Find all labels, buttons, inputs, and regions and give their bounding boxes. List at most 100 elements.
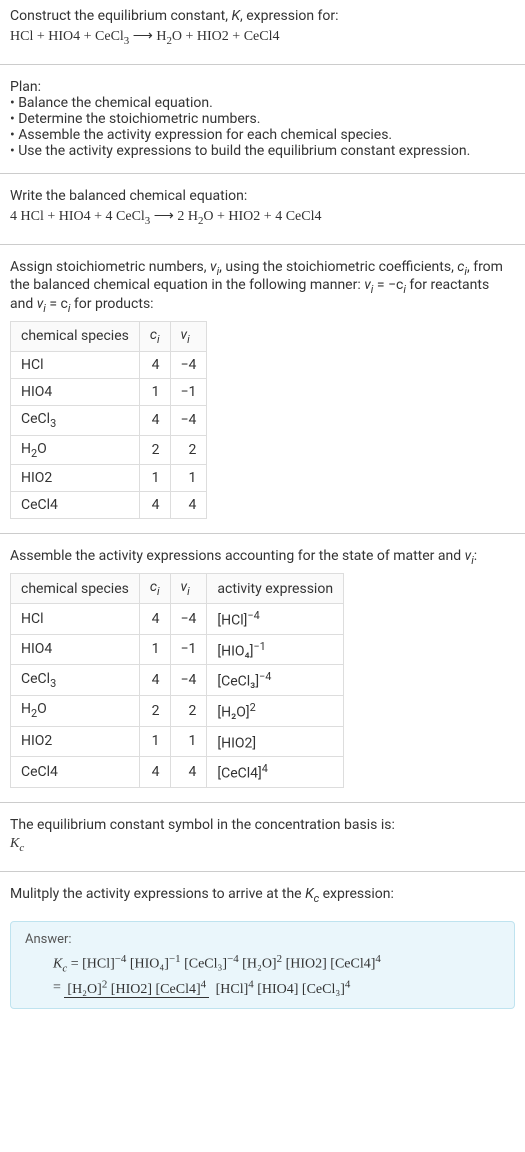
- k-symbol: K: [231, 8, 240, 24]
- cell: −4: [170, 603, 207, 634]
- cell: 4: [139, 351, 170, 378]
- stoichiometry-table: chemical species ci νi HCl4−4 HIO41−1 Ce…: [10, 321, 207, 519]
- plan-bullet: • Use the activity expressions to build …: [10, 143, 515, 159]
- cell: 2: [139, 435, 170, 465]
- balanced: Write the balanced chemical equation: 4 …: [0, 180, 525, 238]
- table-row: HCl4−4[HCl]−4: [11, 603, 344, 634]
- plan-bullet: • Balance the chemical equation.: [10, 95, 515, 111]
- cell: −1: [170, 634, 207, 665]
- text: Mulitply the activity expressions to arr…: [10, 886, 305, 902]
- text: Construct the equilibrium constant,: [10, 8, 231, 24]
- cell: CeCl3: [11, 665, 140, 696]
- cell: 4: [139, 665, 170, 696]
- table-row: CeCl444[CeCl4]4: [11, 757, 344, 788]
- cell: 2: [139, 695, 170, 726]
- answer-label: Answer:: [25, 932, 500, 947]
- cell: −4: [170, 351, 207, 378]
- cell: 1: [139, 634, 170, 665]
- plan-title: Plan:: [10, 79, 515, 95]
- col-activity: activity expression: [207, 574, 344, 604]
- cell: 4: [170, 757, 207, 788]
- table-header: chemical species ci νi: [11, 321, 207, 351]
- assign: Assign stoichiometric numbers, νi, using…: [0, 251, 525, 528]
- cell: 1: [139, 378, 170, 405]
- cell: 1: [170, 465, 207, 492]
- cell: 4: [139, 405, 170, 435]
- multiply: Mulitply the activity expressions to arr…: [0, 878, 525, 913]
- cell: −1: [170, 378, 207, 405]
- cell: 4: [139, 603, 170, 634]
- text: Balance the chemical equation.: [18, 95, 213, 111]
- text: = −c: [373, 277, 403, 293]
- table-header: chemical species ci νi activity expressi…: [11, 574, 344, 604]
- cell: H2O: [11, 435, 140, 465]
- text: , using the stoichiometric coefficients,: [219, 259, 457, 275]
- cell: 1: [139, 726, 170, 757]
- k: K: [305, 886, 314, 902]
- balanced-equation: 4 HCl + HIO4 + 4 CeCl3 ⟶ 2 H2O + HIO2 + …: [10, 207, 515, 227]
- nu: ν: [364, 277, 371, 293]
- col-c: ci: [139, 321, 170, 351]
- text: Determine the stoichiometric numbers.: [18, 111, 260, 127]
- assemble: Assemble the activity expressions accoun…: [0, 540, 525, 796]
- cell: HIO2: [11, 726, 140, 757]
- col-species: chemical species: [11, 574, 140, 604]
- intro: Construct the equilibrium constant, K, e…: [0, 0, 525, 58]
- nu: ν: [210, 259, 217, 275]
- intro-line1: Construct the equilibrium constant, K, e…: [10, 8, 515, 24]
- table-row: CeCl34−4: [11, 405, 207, 435]
- fraction-denominator: [HCl]4 [HIO4] [CeCl₃]4: [213, 982, 354, 997]
- text: Assign stoichiometric numbers,: [10, 259, 210, 275]
- table-row: H2O22: [11, 435, 207, 465]
- text: Assemble the activity expressions accoun…: [10, 548, 465, 564]
- cell: [HIO2]: [207, 726, 344, 757]
- cell: CeCl4: [11, 757, 140, 788]
- cell: 2: [170, 435, 207, 465]
- text: Use the activity expressions to build th…: [18, 143, 470, 159]
- cell: [HCl]−4: [207, 603, 344, 634]
- table-row: HIO41−1[HIO₄]−1: [11, 634, 344, 665]
- cell: [CeCl4]4: [207, 757, 344, 788]
- reaction-equation: HCl + HIO4 + CeCl3 ⟶ H2O + HIO2 + CeCl4: [10, 27, 515, 47]
- cell: 1: [170, 726, 207, 757]
- table-row: HIO211[HIO2]: [11, 726, 344, 757]
- table-row: CeCl34−4[CeCl₃]−4: [11, 665, 344, 696]
- cell: H2O: [11, 695, 140, 726]
- col-c: ci: [139, 574, 170, 604]
- text: = c: [46, 296, 68, 312]
- sub: i: [471, 554, 474, 567]
- answer-eq-line1: Kc = [HCl]−4 [HIO₄]−1 [CeCl₃]−4 [H₂O]2 […: [53, 953, 500, 974]
- cell: [HIO₄]−1: [207, 634, 344, 665]
- cell: 4: [170, 492, 207, 519]
- text: The equilibrium constant symbol in the c…: [10, 817, 515, 833]
- fraction-numerator: [H₂O]2 [HIO2] [CeCl4]4: [64, 982, 209, 998]
- plan-bullet: • Assemble the activity expression for e…: [10, 127, 515, 143]
- plan: Plan: • Balance the chemical equation. •…: [0, 71, 525, 167]
- table-row: H2O22[H₂O]2: [11, 695, 344, 726]
- plan-bullet: • Determine the stoichiometric numbers.: [10, 111, 515, 127]
- answer-eq-line2: = [H₂O]2 [HIO2] [CeCl4]4 [HCl]4 [HIO4] […: [53, 978, 500, 998]
- table-row: HIO211: [11, 465, 207, 492]
- cell: 1: [139, 465, 170, 492]
- cell: HIO2: [11, 465, 140, 492]
- assign-text: Assign stoichiometric numbers, νi, using…: [10, 259, 515, 315]
- assemble-text: Assemble the activity expressions accoun…: [10, 548, 515, 567]
- cell: CeCl3: [11, 405, 140, 435]
- cell: HCl: [11, 603, 140, 634]
- kc-symbol: Kc: [10, 836, 515, 854]
- cell: 4: [139, 492, 170, 519]
- answer-box: Answer: Kc = [HCl]−4 [HIO₄]−1 [CeCl₃]−4 …: [10, 921, 515, 1009]
- cell: HIO4: [11, 634, 140, 665]
- col-species: chemical species: [11, 321, 140, 351]
- text: for products:: [70, 296, 153, 312]
- eq-const: The equilibrium constant symbol in the c…: [0, 809, 525, 865]
- cell: −4: [170, 405, 207, 435]
- cell: −4: [170, 665, 207, 696]
- col-nu: νi: [170, 574, 207, 604]
- cell: HCl: [11, 351, 140, 378]
- activity-table: chemical species ci νi activity expressi…: [10, 573, 344, 788]
- cell: [CeCl₃]−4: [207, 665, 344, 696]
- table-row: HCl4−4: [11, 351, 207, 378]
- cell: CeCl4: [11, 492, 140, 519]
- text: expression:: [319, 886, 394, 902]
